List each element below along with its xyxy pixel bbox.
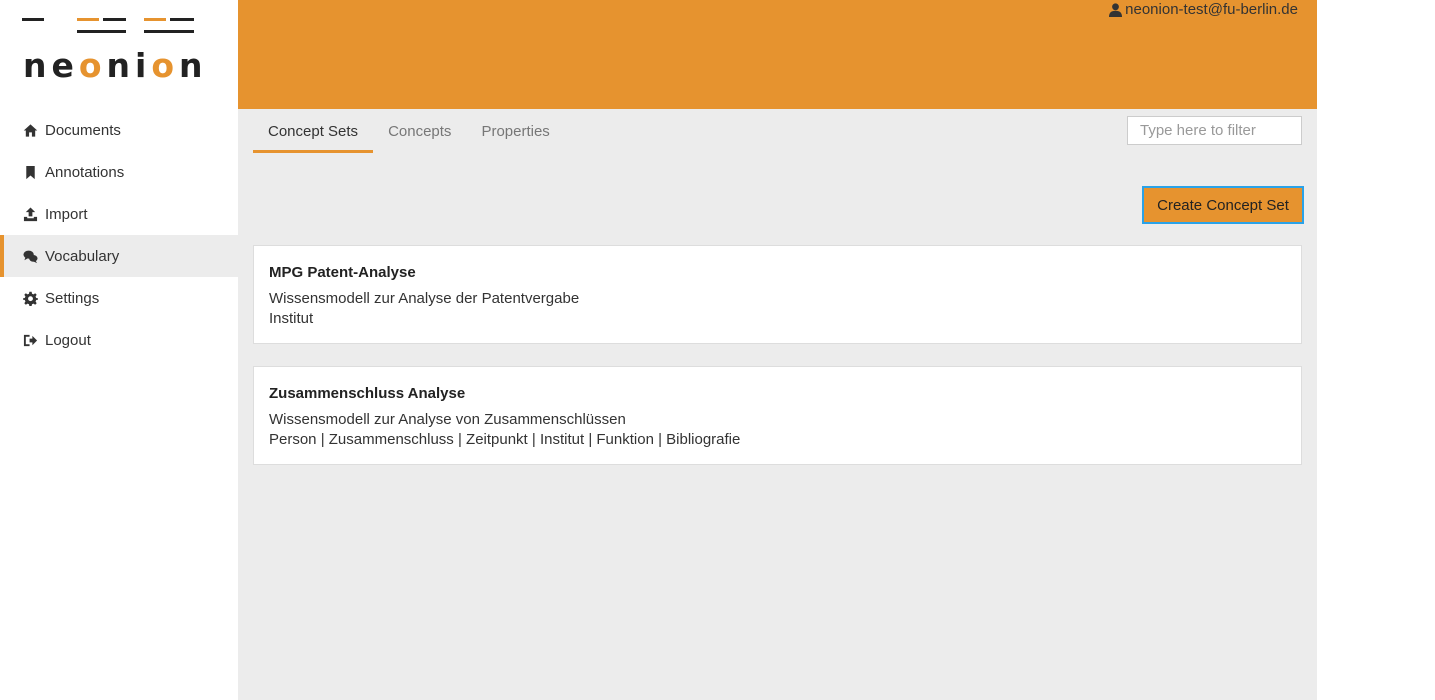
concept-set-title: MPG Patent-Analyse [269,264,416,281]
sidebar-nav: Documents Annotations Import Vocabulary … [0,109,238,361]
main-content: neonion-test@fu-berlin.de Concept Sets C… [238,0,1317,700]
filter-input[interactable] [1127,116,1302,145]
sidebar-item-logout[interactable]: Logout [0,319,238,361]
concept-set-concepts: Institut [269,310,314,327]
user-menu[interactable]: neonion-test@fu-berlin.de [1109,1,1298,18]
bookmark-icon [22,164,38,180]
gear-icon [22,290,38,306]
sidebar: neonion Documents Annotations Import Voc… [0,0,238,700]
tab-properties[interactable]: Properties [466,109,564,153]
user-icon [1109,2,1123,17]
concept-set-card[interactable]: MPG Patent-Analyse Wissensmodell zur Ana… [253,245,1302,344]
logo-wordmark: neonion [23,46,208,85]
vocabulary-tabs: Concept Sets Concepts Properties [253,109,565,153]
sidebar-item-label: Import [45,205,88,223]
sidebar-item-annotations[interactable]: Annotations [0,151,238,193]
page-header: neonion-test@fu-berlin.de [238,0,1317,109]
user-email: neonion-test@fu-berlin.de [1125,1,1298,18]
sidebar-item-label: Vocabulary [45,247,120,265]
sidebar-item-label: Logout [45,331,91,349]
concept-set-description: Wissensmodell zur Analyse der Patentverg… [269,290,580,307]
concept-set-concepts: Person | Zusammenschluss | Zeitpunkt | I… [269,431,741,448]
home-icon [22,122,38,138]
concept-set-description: Wissensmodell zur Analyse von Zusammensc… [269,411,626,428]
sidebar-item-vocabulary[interactable]: Vocabulary [0,235,238,277]
sidebar-item-label: Documents [45,121,121,139]
create-concept-set-button[interactable]: Create Concept Set [1142,186,1304,224]
upload-icon [22,206,38,222]
sidebar-item-settings[interactable]: Settings [0,277,238,319]
neonion-logo[interactable]: neonion [22,18,203,88]
sidebar-item-label: Annotations [45,163,125,181]
sidebar-item-documents[interactable]: Documents [0,109,238,151]
comments-icon [22,248,38,264]
sidebar-item-label: Settings [45,289,100,307]
tab-concepts[interactable]: Concepts [373,109,466,153]
sign-out-icon [22,332,38,348]
concept-set-title: Zusammenschluss Analyse [269,385,466,402]
tab-concept-sets[interactable]: Concept Sets [253,109,374,153]
concept-set-card[interactable]: Zusammenschluss Analyse Wissensmodell zu… [253,366,1302,465]
sidebar-item-import[interactable]: Import [0,193,238,235]
